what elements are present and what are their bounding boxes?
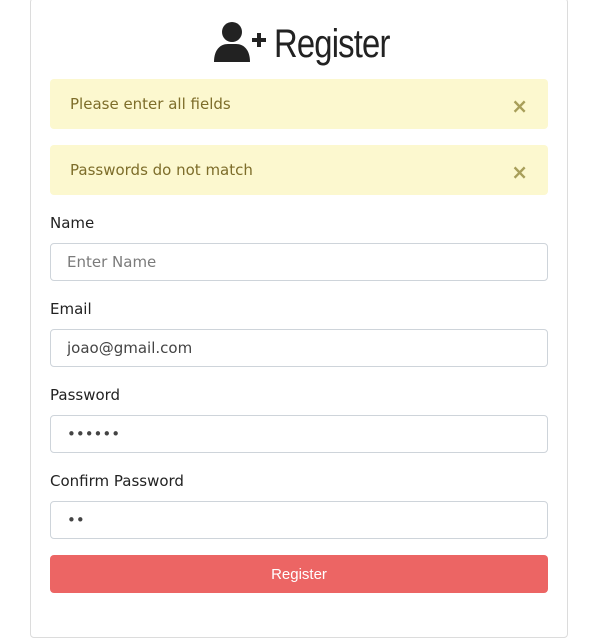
name-input[interactable] [50, 243, 548, 281]
user-plus-icon [213, 20, 266, 68]
alert-passwords-mismatch: Passwords do not match × [50, 145, 548, 195]
alert-message: Please enter all fields [70, 95, 231, 113]
close-icon[interactable]: × [511, 162, 528, 182]
password-label: Password [50, 386, 121, 404]
name-label: Name [50, 214, 95, 232]
alert-enter-all-fields: Please enter all fields × [50, 79, 548, 129]
email-input[interactable] [50, 329, 548, 367]
email-label: Email [50, 300, 92, 318]
register-button[interactable]: Register [50, 555, 548, 593]
page-title-text: Register [273, 21, 390, 66]
password-input[interactable] [50, 415, 548, 453]
confirm-password-label: Confirm Password [50, 472, 184, 490]
close-icon[interactable]: × [511, 96, 528, 116]
confirm-password-input[interactable] [50, 501, 548, 539]
page-title: Register [0, 20, 598, 68]
alert-message: Passwords do not match [70, 161, 253, 179]
